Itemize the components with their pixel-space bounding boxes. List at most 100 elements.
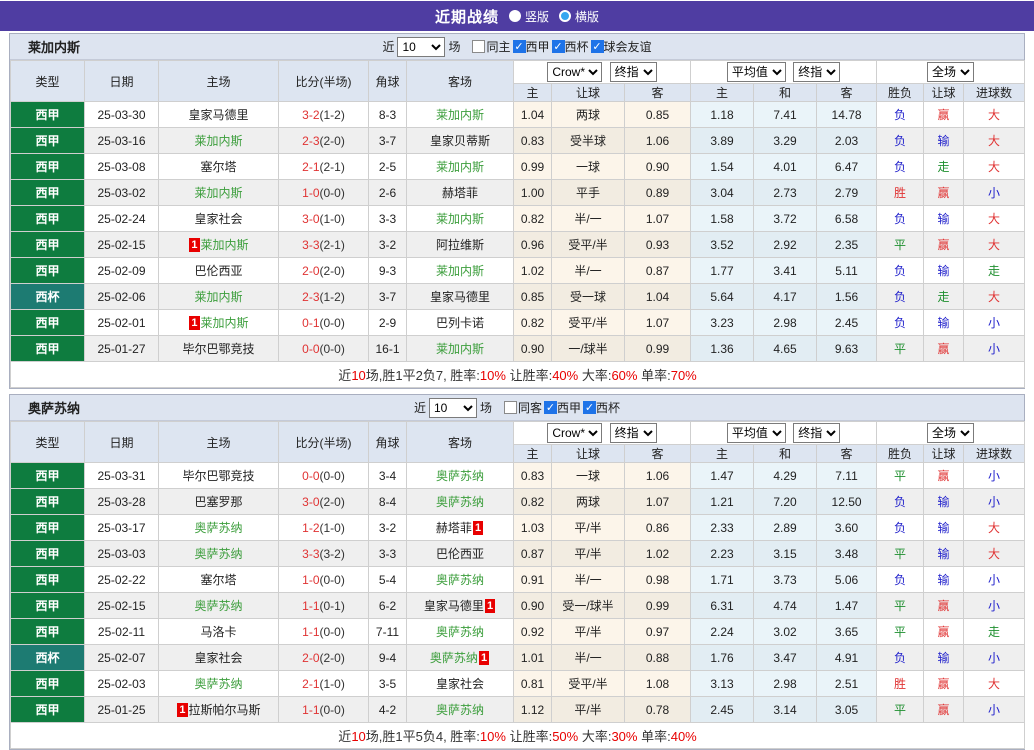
- match-date: 25-03-17: [84, 514, 159, 541]
- home-team-cell[interactable]: 巴塞罗那: [158, 488, 279, 515]
- scope-group-header: 全场: [876, 421, 1026, 445]
- away-team-cell[interactable]: 赫塔菲: [406, 179, 514, 206]
- away-team-cell[interactable]: 奥萨苏纳: [406, 488, 514, 515]
- half-time-score: (0-0): [319, 468, 345, 483]
- odds-final-select[interactable]: 终指: [609, 423, 657, 443]
- away-team-cell[interactable]: 莱加内斯: [406, 153, 514, 180]
- avg-draw-odds: 4.01: [753, 153, 818, 180]
- avg-home-odds: 2.23: [690, 540, 755, 567]
- away-team-cell[interactable]: 巴列卡诺: [406, 309, 514, 336]
- home-team-name: 拉斯帕尔马斯: [188, 703, 261, 717]
- away-odds: 1.02: [623, 540, 692, 567]
- score-cell: 2-0(2-0): [278, 644, 369, 671]
- handicap-line: 平/半: [551, 514, 625, 541]
- league-type-cell: 西杯: [10, 283, 85, 310]
- radio-horizontal[interactable]: 横版: [559, 8, 599, 25]
- avg-draw-odds: 2.89: [753, 514, 818, 541]
- half-time-score: (1-0): [319, 520, 345, 535]
- home-team-cell[interactable]: 毕尔巴鄂竞技: [158, 462, 279, 489]
- handicap-line: 平/半: [551, 618, 625, 645]
- avg-away-odds: 1.56: [816, 283, 878, 310]
- home-team-name: 奥萨苏纳: [194, 677, 243, 691]
- filter-checkbox[interactable]: ✓ 西甲: [542, 399, 581, 416]
- filter-checkbox[interactable]: 同主: [467, 38, 511, 55]
- handicap-line: 一球: [551, 462, 625, 489]
- away-team-cell[interactable]: 皇家贝蒂斯: [406, 127, 514, 154]
- away-odds: 0.98: [623, 566, 692, 593]
- home-odds: 0.82: [513, 205, 552, 232]
- filter-checkbox[interactable]: ✓ 西杯: [581, 399, 620, 416]
- filter-checkbox[interactable]: ✓ 球会友谊: [589, 38, 652, 55]
- home-team-cell[interactable]: 奥萨苏纳: [158, 540, 279, 567]
- filter-checkbox[interactable]: ✓ 西甲: [511, 38, 550, 55]
- home-team-cell[interactable]: 1 莱加内斯: [158, 309, 279, 336]
- corner-count: 16-1: [368, 335, 407, 362]
- away-team-cell[interactable]: 莱加内斯: [406, 205, 514, 232]
- home-team-cell[interactable]: 1 拉斯帕尔马斯: [158, 696, 279, 723]
- avg-select[interactable]: 平均值: [726, 423, 786, 443]
- away-team-cell[interactable]: 皇家马德里: [406, 283, 514, 310]
- league-type-cell: 西甲: [10, 179, 85, 206]
- column-header-avg-away: 客: [816, 83, 878, 102]
- away-team-cell[interactable]: 阿拉维斯: [406, 231, 514, 258]
- league-type-cell: 西甲: [10, 231, 85, 258]
- home-team-cell[interactable]: 奥萨苏纳: [158, 670, 279, 697]
- score-cell: 1-0(0-0): [278, 566, 369, 593]
- avg-select[interactable]: 平均值: [726, 62, 786, 82]
- home-team-cell[interactable]: 塞尔塔: [158, 153, 279, 180]
- away-team-cell[interactable]: 奥萨苏纳: [406, 696, 514, 723]
- odds-company-select[interactable]: Crow*: [547, 62, 603, 82]
- avg-final-select[interactable]: 终指: [793, 62, 841, 82]
- league-type-cell: 西甲: [10, 618, 85, 645]
- match-date: 25-03-28: [84, 488, 159, 515]
- full-time-score: 1-1: [302, 702, 320, 717]
- scope-select[interactable]: 全场: [927, 423, 975, 443]
- filter-checkbox[interactable]: ✓ 西杯: [550, 38, 589, 55]
- home-team-cell[interactable]: 毕尔巴鄂竞技: [158, 335, 279, 362]
- away-team-cell[interactable]: 莱加内斯: [406, 101, 514, 128]
- home-team-cell[interactable]: 塞尔塔: [158, 566, 279, 593]
- home-team-cell[interactable]: 奥萨苏纳: [158, 514, 279, 541]
- away-team-cell[interactable]: 奥萨苏纳 1: [406, 644, 514, 671]
- home-team-cell[interactable]: 莱加内斯: [158, 127, 279, 154]
- scope-select[interactable]: 全场: [927, 62, 975, 82]
- away-odds: 0.85: [623, 101, 692, 128]
- home-team-cell[interactable]: 皇家社会: [158, 644, 279, 671]
- away-team-cell[interactable]: 奥萨苏纳: [406, 566, 514, 593]
- home-team-cell[interactable]: 皇家社会: [158, 205, 279, 232]
- handicap-line: 一球: [551, 153, 625, 180]
- result-winloss: 负: [876, 257, 925, 284]
- away-team-cell[interactable]: 皇家马德里 1: [406, 592, 514, 619]
- column-header-type: 类型: [10, 421, 85, 463]
- home-odds: 1.04: [513, 101, 552, 128]
- away-team-cell[interactable]: 赫塔菲 1: [406, 514, 514, 541]
- handicap-line: 受半球: [551, 127, 625, 154]
- radio-vertical[interactable]: 竖版: [508, 8, 549, 25]
- recent-count-select[interactable]: 10: [428, 397, 477, 418]
- filter-checkbox[interactable]: 同客: [499, 399, 542, 416]
- home-team-cell[interactable]: 巴伦西亚: [158, 257, 279, 284]
- home-team-cell[interactable]: 1 莱加内斯: [158, 231, 279, 258]
- home-team-cell[interactable]: 莱加内斯: [158, 179, 279, 206]
- away-team-cell[interactable]: 莱加内斯: [406, 335, 514, 362]
- recent-count-select[interactable]: 10: [397, 36, 446, 57]
- result-handicap: 赢: [923, 101, 965, 128]
- away-team-cell[interactable]: 巴伦西亚: [406, 540, 514, 567]
- away-team-cell[interactable]: 奥萨苏纳: [406, 462, 514, 489]
- odds-company-select[interactable]: Crow*: [547, 423, 603, 443]
- corner-count: 4-2: [368, 696, 407, 723]
- home-team-cell[interactable]: 皇家马德里: [158, 101, 279, 128]
- avg-final-select[interactable]: 终指: [793, 423, 841, 443]
- home-team-cell[interactable]: 莱加内斯: [158, 283, 279, 310]
- result-winloss: 负: [876, 514, 925, 541]
- home-team-name: 皇家社会: [194, 651, 243, 665]
- away-team-cell[interactable]: 皇家社会: [406, 670, 514, 697]
- odds-final-select[interactable]: 终指: [609, 62, 657, 82]
- home-team-name: 巴伦西亚: [194, 264, 243, 278]
- home-team-cell[interactable]: 马洛卡: [158, 618, 279, 645]
- home-team-cell[interactable]: 奥萨苏纳: [158, 592, 279, 619]
- away-team-cell[interactable]: 莱加内斯: [406, 257, 514, 284]
- away-team-cell[interactable]: 奥萨苏纳: [406, 618, 514, 645]
- avg-away-odds: 2.79: [816, 179, 878, 206]
- column-header-avg-away: 客: [816, 444, 878, 463]
